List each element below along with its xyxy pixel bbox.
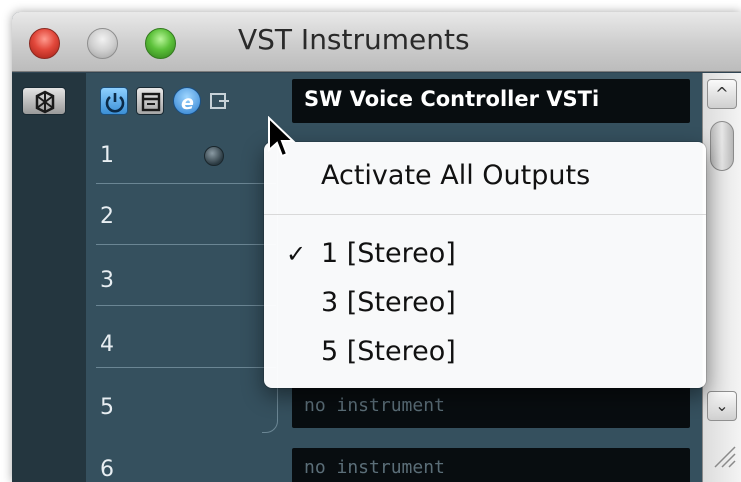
slot-4-number: 4 [100,332,114,357]
slot-1-instrument-field[interactable]: SW Voice Controller VSTi [292,79,690,123]
slot-1-number: 1 [100,143,114,168]
svg-text:e: e [181,92,194,114]
menu-separator [264,214,706,215]
slot-6-instrument-field[interactable]: no instrument [292,448,690,482]
scroll-down-button[interactable]: ⌄ [707,391,737,421]
menu-item-output-1[interactable]: ✓ 1 [Stereo] [264,232,706,276]
close-button[interactable] [29,28,60,59]
vertical-scrollbar[interactable]: ^ ⌄ [702,73,741,482]
menu-item-label: 3 [Stereo] [321,287,456,318]
rack-icon[interactable] [136,87,164,115]
slot-divider [96,183,276,184]
minimize-button[interactable] [87,28,118,59]
menu-item-output-3[interactable]: 3 [Stereo] [264,281,706,325]
outputs-icon[interactable] [209,90,231,112]
resize-grip-icon[interactable] [709,441,737,469]
outputs-popup-menu: Activate All Outputs ✓ 1 [Stereo] 3 [Ste… [264,142,706,388]
checkmark-icon: ✓ [286,240,307,268]
menu-item-label: 1 [Stereo] [321,238,456,269]
slot-divider [96,305,276,306]
slot-divider [96,244,276,245]
slot-divider [96,367,276,368]
scroll-thumb[interactable] [710,121,734,171]
edit-icon[interactable]: e [173,87,201,115]
zoom-button[interactable] [145,28,176,59]
slot-6-number: 6 [100,457,114,482]
slot-1-activity-led [204,146,224,166]
left-strip [12,73,86,482]
slot-5-number: 5 [100,395,114,420]
window-title: VST Instruments [238,23,470,56]
menu-item-output-5[interactable]: 5 [Stereo] [264,330,706,374]
slot-2-number: 2 [100,204,114,229]
menu-item-label: 5 [Stereo] [321,336,456,367]
title-bar[interactable]: VST Instruments [12,12,741,72]
power-icon[interactable] [100,87,128,115]
freeze-icon[interactable] [22,87,66,115]
mouse-pointer-icon [266,115,296,160]
slot-5-instrument-field[interactable]: no instrument [292,386,690,428]
vst-instruments-window: VST Instruments e 1 2 3 4 5 6 SW Voice C… [12,12,741,482]
slot-3-number: 3 [100,268,114,293]
scroll-up-button[interactable]: ^ [707,79,737,109]
menu-item-activate-all-outputs[interactable]: Activate All Outputs [264,154,706,198]
